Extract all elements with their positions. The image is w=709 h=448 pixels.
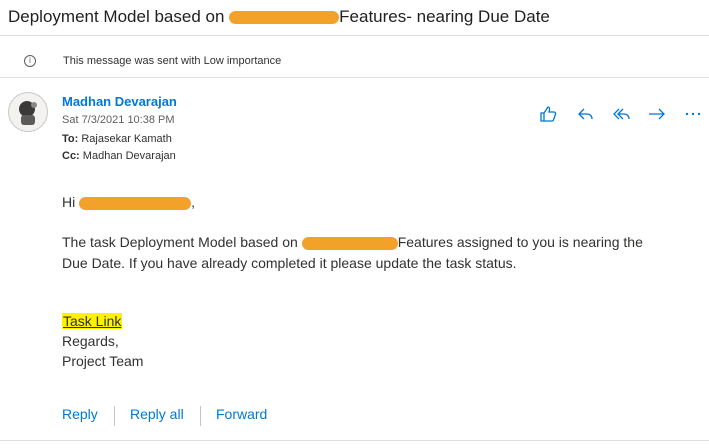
task-link[interactable]: Task Link [62,313,123,329]
redaction-mark [79,196,192,210]
forward-icon[interactable] [646,104,668,124]
like-icon[interactable] [538,104,560,124]
footer-divider [0,440,709,441]
sender-name[interactable]: Madhan Devarajan [62,94,177,109]
to-label: To: [62,133,79,145]
notice-text: This message was sent with Low importanc… [63,55,282,67]
reply-icon[interactable] [575,104,597,124]
avatar[interactable] [8,92,48,132]
cc-value[interactable]: Madhan Devarajan [83,150,176,162]
body-line-2: Due Date. If you have already completed … [62,255,517,271]
message-header: Deployment Model based on Features- near… [0,0,709,36]
to-value[interactable]: Rajasekar Kamath [81,133,172,145]
info-icon: i [24,55,36,67]
separator [114,406,115,426]
importance-notice: i This message was sent with Low importa… [0,45,709,78]
greeting-line: Hi , [62,194,196,210]
reply-button[interactable]: Reply [62,406,98,422]
cc-line: Cc: Madhan Devarajan [62,150,176,162]
reply-all-icon[interactable] [611,104,633,124]
regards-text: Regards, [62,333,119,349]
to-line: To: Rajasekar Kamath [62,133,172,145]
separator [200,406,201,426]
message-subject: Deployment Model based on Features- near… [8,7,550,26]
body-line-1: The task Deployment Model based on Featu… [62,234,643,250]
cc-label: Cc: [62,150,80,162]
reply-all-button[interactable]: Reply all [130,406,184,422]
signature-text: Project Team [62,353,144,369]
redaction-mark [229,11,340,25]
more-icon[interactable] [682,104,704,124]
forward-button[interactable]: Forward [216,406,267,422]
sent-date: Sat 7/3/2021 10:38 PM [62,114,175,126]
redaction-mark [301,236,398,250]
